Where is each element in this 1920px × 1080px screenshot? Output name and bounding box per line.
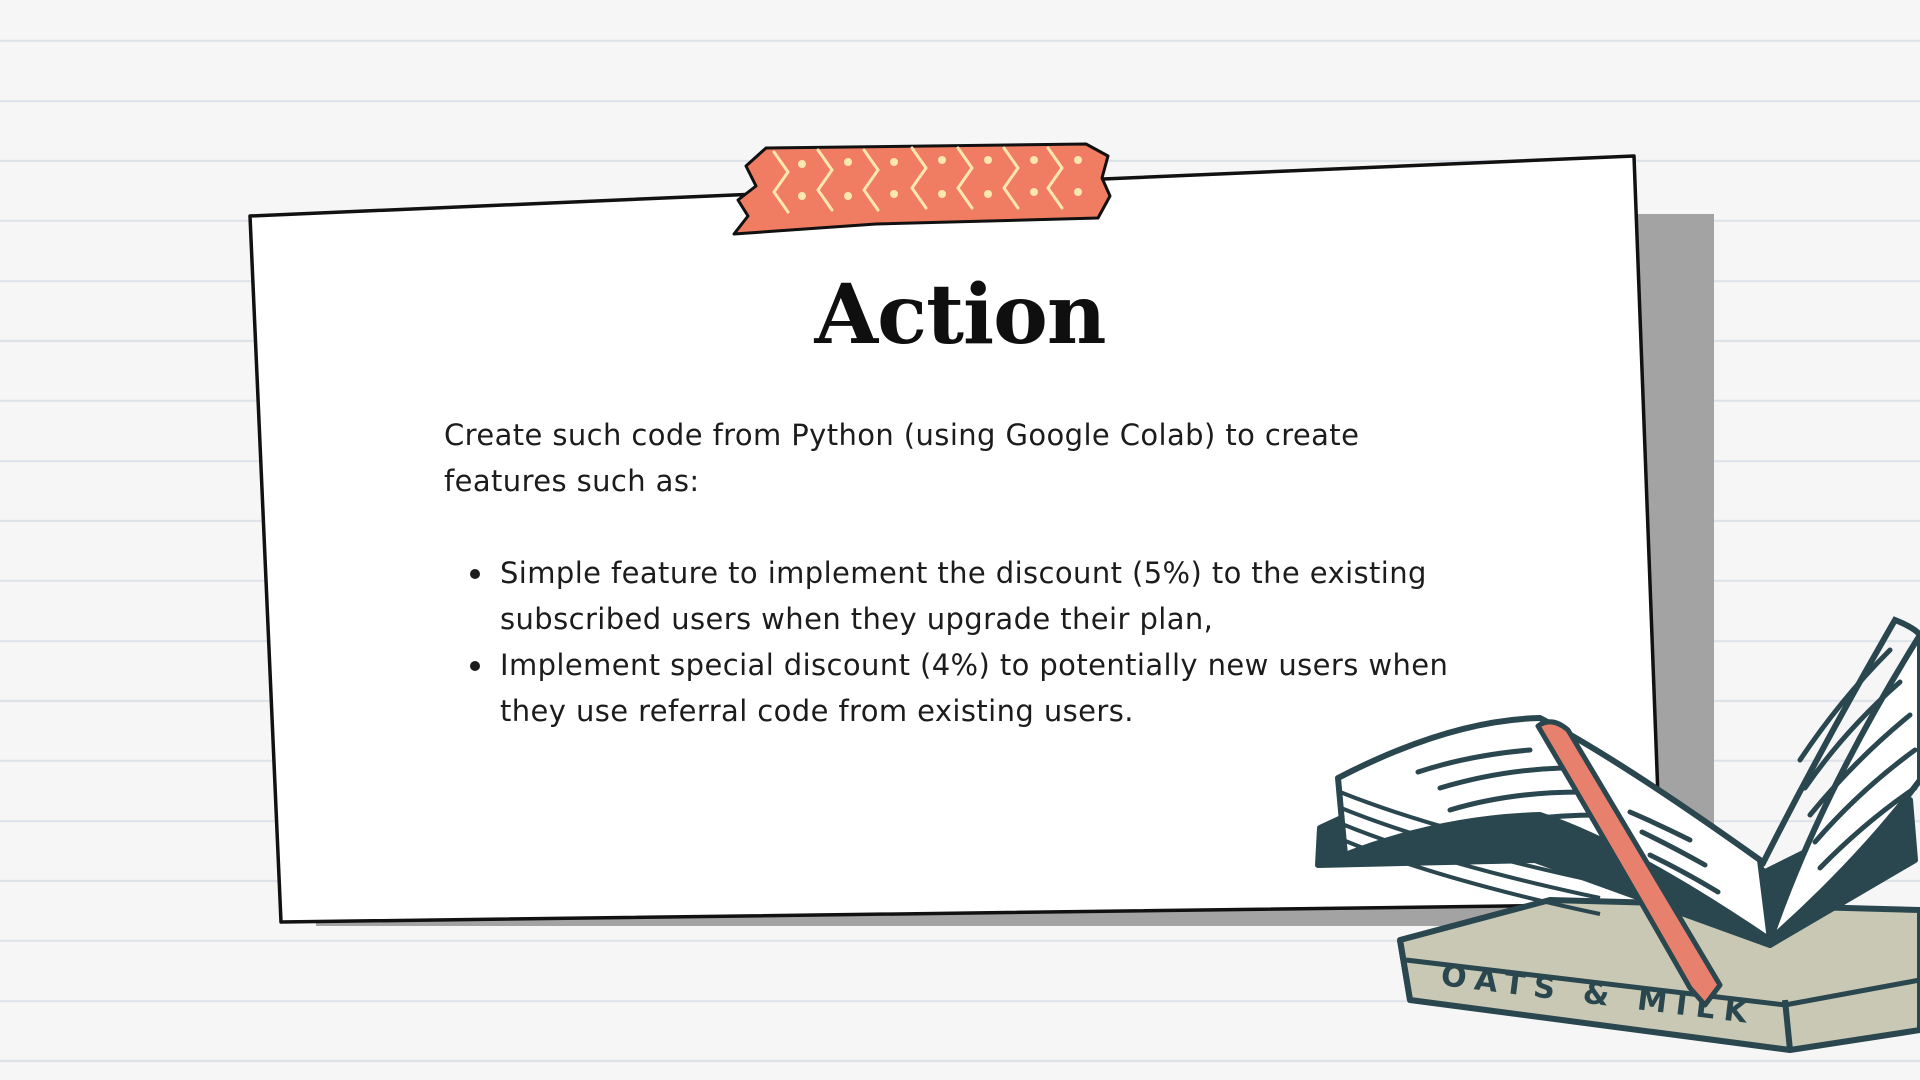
bullet-dot-icon — [470, 569, 480, 579]
books-illustration: OATS & MILK — [1315, 616, 1920, 1053]
bullet-text: Simple feature to implement the discount… — [500, 556, 1427, 636]
bullet-dot-icon — [470, 661, 480, 671]
slide-title: Action — [814, 267, 1107, 363]
open-book-icon — [1315, 616, 1920, 948]
intro-text: Create such code from Python (using Goog… — [444, 418, 1360, 498]
washi-tape-icon — [732, 142, 1112, 236]
